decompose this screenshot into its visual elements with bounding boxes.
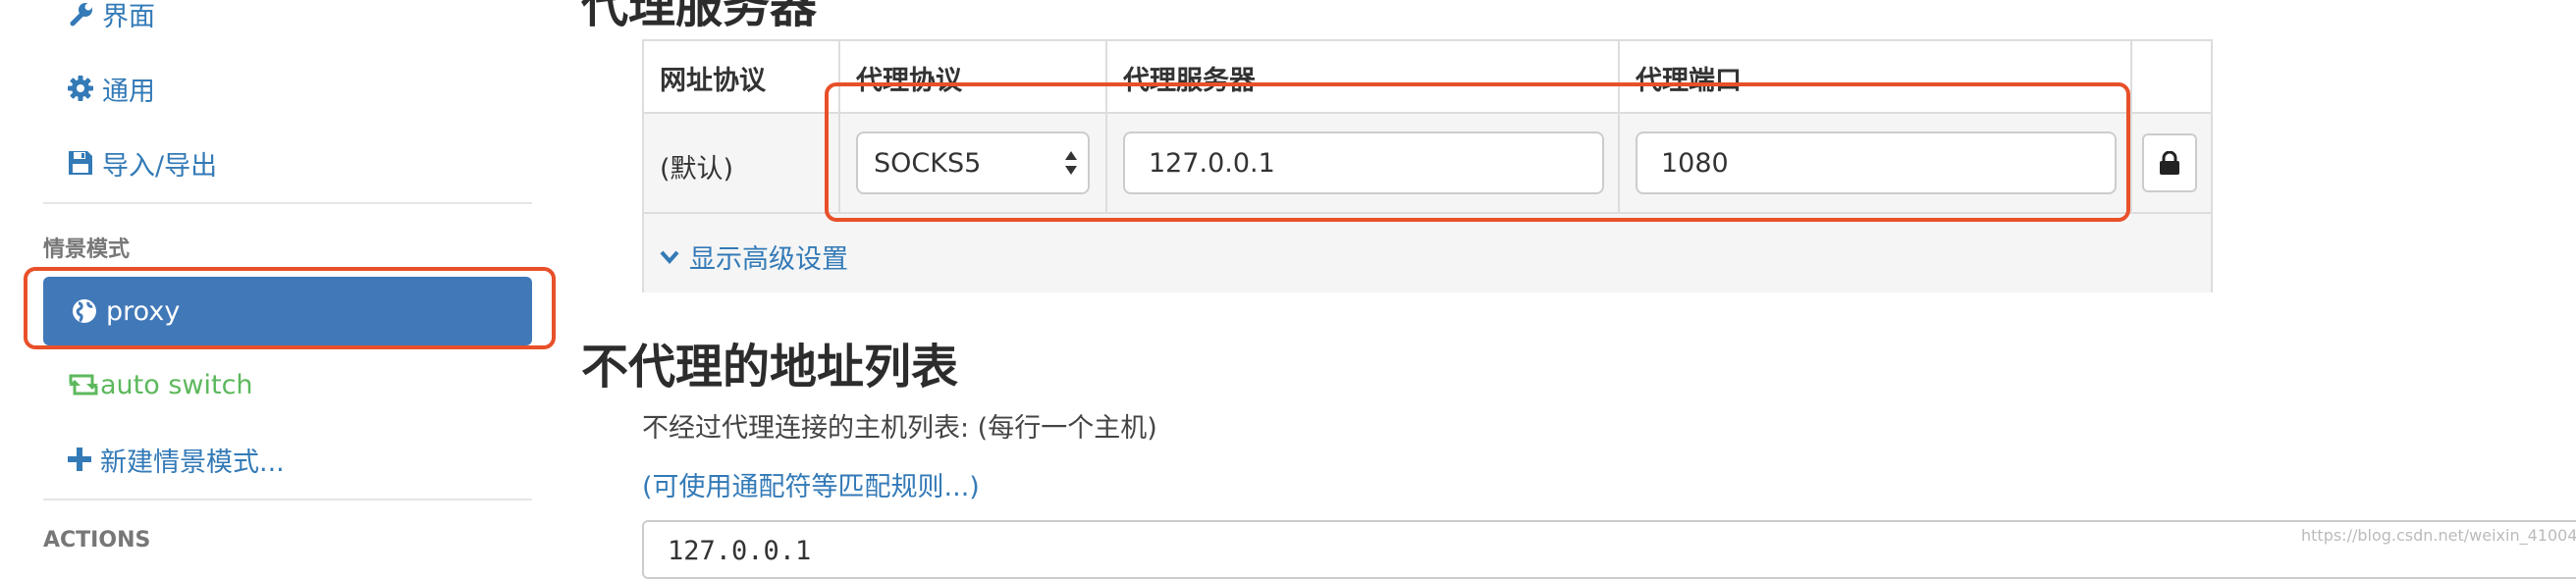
wildcard-rules-link[interactable]: (可使用通配符等匹配规则...) bbox=[642, 465, 980, 503]
chevron-down-icon bbox=[660, 250, 679, 264]
proxy-server-input[interactable]: 127.0.0.1 bbox=[1123, 132, 1604, 194]
sidebar-item-label: proxy bbox=[106, 295, 181, 327]
bypass-list-title: 不代理的地址列表 bbox=[581, 340, 959, 395]
column-header-scheme: 网址协议 bbox=[660, 66, 766, 96]
proxy-server-table: 网址协议 代理协议 代理服务器 代理端口 (默认) SOCKS5 127.0.0… bbox=[642, 39, 2213, 292]
sidebar-divider bbox=[43, 202, 532, 204]
globe-icon bbox=[73, 299, 96, 323]
proxy-servers-title: 代理服务器 bbox=[581, 0, 818, 33]
sidebar-item-label: 导入/导出 bbox=[102, 150, 218, 182]
sidebar-item-label: 界面 bbox=[102, 1, 155, 32]
select-arrows-icon bbox=[1065, 151, 1077, 175]
sidebar-item-interface[interactable]: 界面 bbox=[67, 0, 155, 41]
gear-icon bbox=[68, 76, 93, 101]
column-header-port: 代理端口 bbox=[1636, 66, 1742, 96]
column-divider bbox=[838, 41, 840, 214]
actions-section-header: ACTIONS bbox=[43, 528, 151, 553]
protocol-select[interactable]: SOCKS5 bbox=[856, 132, 1090, 194]
sidebar-item-auto-switch[interactable]: auto switch bbox=[67, 357, 253, 412]
show-advanced-link[interactable]: 显示高级设置 bbox=[660, 237, 848, 276]
wrench-icon bbox=[70, 3, 92, 26]
scheme-cell: (默认) bbox=[660, 154, 734, 184]
advanced-row bbox=[644, 214, 2211, 292]
protocol-select-value: SOCKS5 bbox=[874, 147, 982, 179]
column-divider bbox=[2130, 41, 2132, 214]
sidebar-divider bbox=[43, 499, 532, 500]
sidebar-item-general[interactable]: 通用 bbox=[67, 61, 155, 116]
floppy-disk-icon bbox=[69, 151, 92, 175]
bypass-list-textarea[interactable]: 127.0.0.1 bbox=[642, 520, 2576, 579]
column-header-protocol: 代理协议 bbox=[856, 66, 962, 96]
lock-button[interactable] bbox=[2142, 133, 2197, 192]
proxy-port-input[interactable]: 1080 bbox=[1636, 132, 2117, 194]
profiles-section-header: 情景模式 bbox=[43, 237, 131, 262]
sidebar-item-label: 新建情景模式... bbox=[100, 447, 285, 478]
sidebar-item-import-export[interactable]: 导入/导出 bbox=[67, 135, 217, 190]
retweet-icon bbox=[69, 374, 98, 395]
sidebar-item-proxy[interactable]: proxy bbox=[43, 277, 532, 345]
column-divider bbox=[1105, 41, 1107, 214]
column-divider bbox=[1618, 41, 1620, 214]
bypass-description: 不经过代理连接的主机列表: (每行一个主机) bbox=[642, 413, 1157, 444]
lock-icon bbox=[2160, 151, 2179, 175]
column-header-server: 代理服务器 bbox=[1123, 66, 1256, 96]
sidebar-item-label: auto switch bbox=[100, 369, 253, 400]
plus-icon bbox=[68, 447, 91, 471]
sidebar-item-new-profile[interactable]: 新建情景模式... bbox=[67, 432, 285, 487]
show-advanced-label: 显示高级设置 bbox=[689, 244, 848, 275]
watermark: https://blog.csdn.net/weixin_41004356 bbox=[2301, 526, 2576, 545]
sidebar-item-label: 通用 bbox=[102, 76, 155, 107]
